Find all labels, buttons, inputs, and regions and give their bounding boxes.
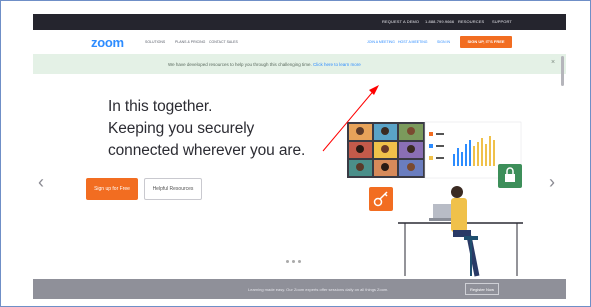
promo-footer-bar: Learning made easy. Our Zoom experts off… — [33, 279, 566, 299]
register-now-button[interactable]: Register Now — [465, 283, 499, 295]
video-grid-illustration — [347, 122, 425, 178]
person-at-desk-illustration — [398, 186, 523, 277]
browser-viewport: REQUEST A DEMO 1.888.799.9666 RESOURCES … — [33, 14, 566, 299]
footer-promo-text: Learning made easy. Our Zoom experts off… — [248, 287, 389, 292]
lock-icon — [498, 164, 522, 188]
key-icon — [369, 187, 393, 211]
hero-illustration — [322, 85, 523, 277]
